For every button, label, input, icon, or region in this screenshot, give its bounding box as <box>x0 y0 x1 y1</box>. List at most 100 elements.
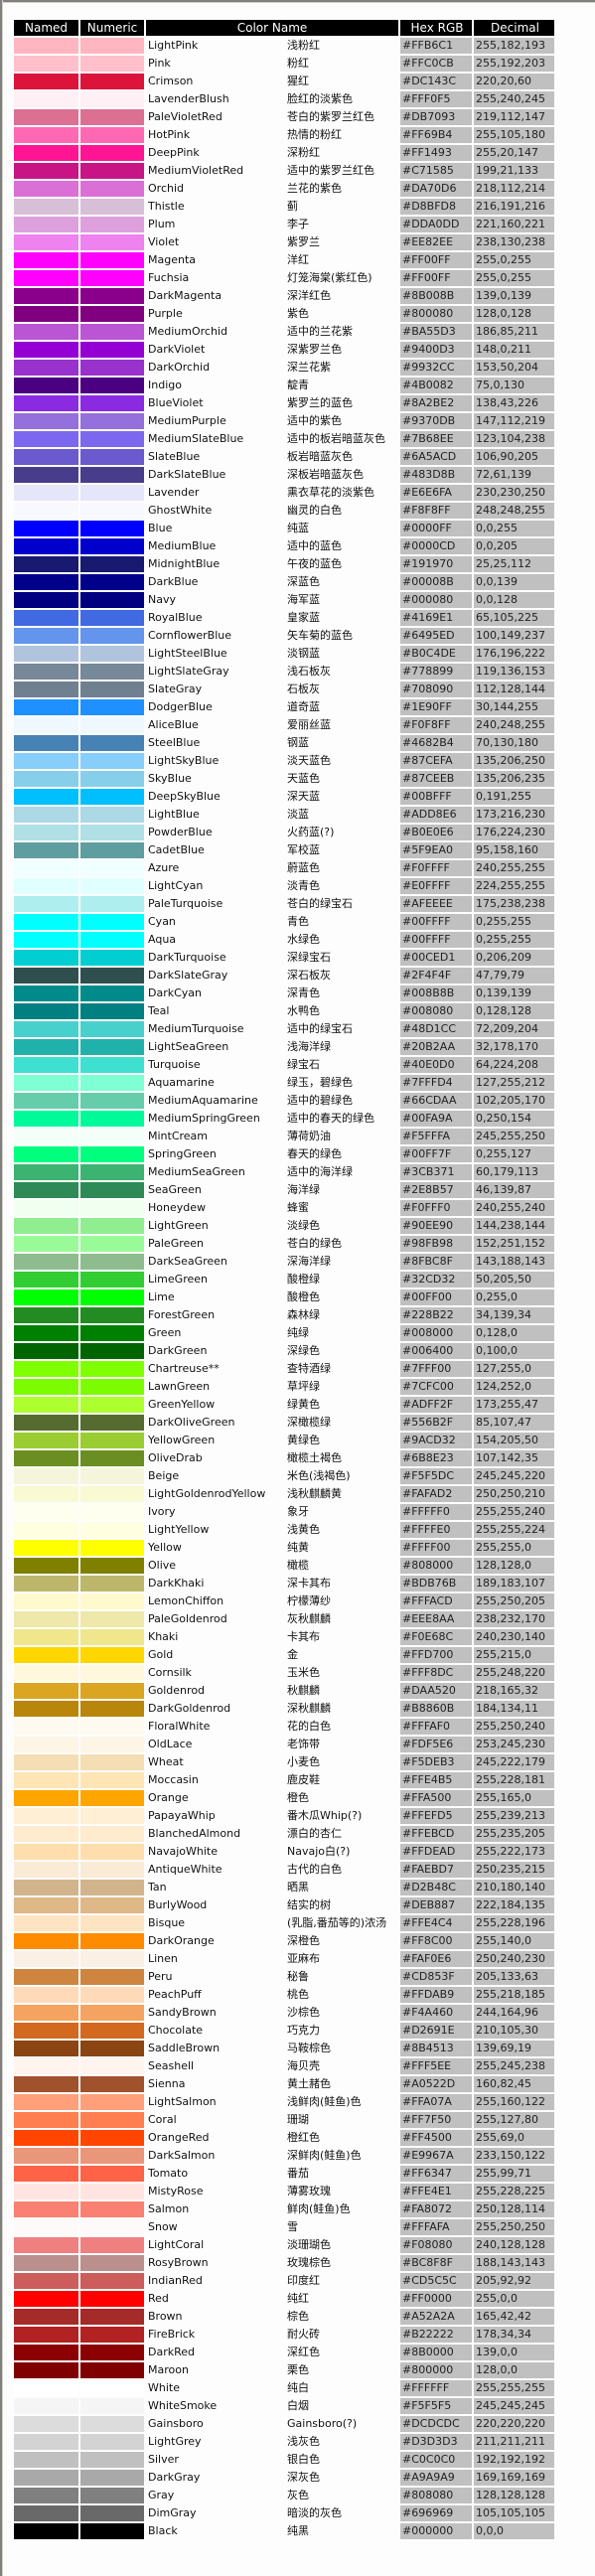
decimal-rgb-value: 210,105,30 <box>474 2023 554 2039</box>
color-name-cell: Bisque (乳脂,番茄等的)浓汤 <box>146 1915 398 1931</box>
color-name-english: Salmon <box>148 2202 190 2215</box>
decimal-rgb-value: 255,182,193 <box>474 38 554 54</box>
color-name-cell: Moccasin 鹿皮鞋 <box>146 1772 398 1788</box>
color-name-chinese: 纯黄 <box>287 1541 309 1554</box>
color-name-chinese: 酸橙色 <box>287 1290 320 1303</box>
color-name-english: MediumOrchid <box>148 325 227 338</box>
numeric-color-swatch <box>80 2130 144 2146</box>
numeric-color-swatch <box>80 1182 144 1198</box>
table-row: DarkMagenta 深洋红色 #8B008B 139,0,139 <box>14 288 554 304</box>
color-name-english: CadetBlue <box>148 843 205 856</box>
decimal-rgb-value: 255,228,181 <box>474 1772 554 1788</box>
numeric-color-swatch <box>80 646 144 662</box>
hex-rgb-value: #B0E0E6 <box>400 825 472 840</box>
named-color-swatch <box>14 1754 78 1770</box>
color-name-english: LightBlue <box>148 808 200 821</box>
color-name-english: BlueViolet <box>148 396 204 409</box>
named-color-swatch <box>14 1254 78 1270</box>
numeric-color-swatch <box>80 985 144 1001</box>
color-name-english: Bisque <box>148 1916 186 1929</box>
named-color-swatch <box>14 1343 78 1359</box>
named-color-swatch <box>14 56 78 72</box>
table-row: Turquoise 绿宝石 #40E0D0 64,224,208 <box>14 1057 554 1073</box>
color-name-cell: DarkSalmon 深鲜肉(鲑鱼)色 <box>146 2148 398 2164</box>
color-name-english: DarkOrchid <box>148 361 211 374</box>
decimal-rgb-value: 255,0,255 <box>474 270 554 286</box>
numeric-color-swatch <box>80 1629 144 1645</box>
hex-rgb-value: #F5FFFA <box>400 1129 472 1144</box>
color-name-english: PeachPuff <box>148 1988 202 2001</box>
named-color-swatch <box>14 1862 78 1878</box>
named-color-swatch <box>14 2380 78 2396</box>
named-color-swatch <box>14 1522 78 1538</box>
table-row: HotPink 热情的粉红 #FF69B4 255,105,180 <box>14 127 554 143</box>
hex-rgb-value: #1E90FF <box>400 699 472 715</box>
color-name-cell: Snow 雪 <box>146 2219 398 2235</box>
table-row: RosyBrown 玫瑰棕色 #BC8F8F 188,143,143 <box>14 2255 554 2271</box>
hex-rgb-value: #F0FFFF <box>400 860 472 876</box>
color-name-cell: White 纯白 <box>146 2380 398 2396</box>
color-name-chinese: 洋红 <box>287 253 309 266</box>
decimal-rgb-value: 85,107,47 <box>474 1415 554 1431</box>
table-row: MediumAquamarine 适中的碧绿色 #66CDAA 102,205,170 <box>14 1093 554 1109</box>
color-name-chinese: 深橄榄绿 <box>287 1416 331 1429</box>
color-name-english: RosyBrown <box>148 2256 209 2269</box>
color-name-chinese: 柠檬薄纱 <box>287 1594 331 1607</box>
table-row: Gray 灰色 #808080 128,128,128 <box>14 2488 554 2503</box>
hex-rgb-value: #F0F8FF <box>400 717 472 733</box>
hex-rgb-value: #008B8B <box>400 985 472 1001</box>
numeric-color-swatch <box>80 771 144 787</box>
color-name-chinese: 淡蓝 <box>287 808 309 821</box>
decimal-rgb-value: 255,240,245 <box>474 91 554 107</box>
color-name-cell: RoyalBlue 皇家蓝 <box>146 610 398 626</box>
named-color-swatch <box>14 288 78 304</box>
table-row: DarkTurquoise 深绿宝石 #00CED1 0,206,209 <box>14 950 554 966</box>
decimal-rgb-value: 240,255,255 <box>474 860 554 876</box>
table-row: Khaki 卡其布 #F0E68C 240,230,140 <box>14 1629 554 1645</box>
named-color-swatch <box>14 1951 78 1967</box>
numeric-color-swatch <box>80 1343 144 1359</box>
hex-rgb-value: #DA70D6 <box>400 181 472 197</box>
numeric-color-swatch <box>80 2005 144 2021</box>
hex-rgb-value: #FF4500 <box>400 2130 472 2146</box>
decimal-rgb-value: 106,90,205 <box>474 449 554 465</box>
named-color-swatch <box>14 306 78 322</box>
numeric-color-swatch <box>80 288 144 304</box>
numeric-color-swatch <box>80 395 144 411</box>
color-name-chinese: 纯蓝 <box>287 522 309 534</box>
decimal-rgb-value: 160,82,45 <box>474 2076 554 2092</box>
numeric-color-swatch <box>80 538 144 554</box>
decimal-rgb-value: 138,43,226 <box>474 395 554 411</box>
decimal-rgb-value: 127,255,0 <box>474 1361 554 1377</box>
color-name-cell: Pink 粉红 <box>146 56 398 72</box>
color-name-cell: Azure 蔚蓝色 <box>146 860 398 876</box>
named-color-swatch <box>14 2219 78 2235</box>
hex-rgb-value: #7FFF00 <box>400 1361 472 1377</box>
table-row: PowderBlue 火药蓝(?) #B0E0E6 176,224,230 <box>14 825 554 840</box>
hex-rgb-value: #4169E1 <box>400 610 472 626</box>
table-row: DarkGreen 深绿色 #006400 0,100,0 <box>14 1343 554 1359</box>
table-row: DimGray 暗淡的灰色 #696969 105,105,105 <box>14 2505 554 2521</box>
hex-rgb-value: #F08080 <box>400 2237 472 2253</box>
color-name-english: OrangeRed <box>148 2131 210 2144</box>
numeric-color-swatch <box>80 1272 144 1288</box>
color-name-english: Pink <box>148 57 171 70</box>
hex-rgb-value: #808080 <box>400 2488 472 2503</box>
named-color-swatch <box>14 1093 78 1109</box>
numeric-color-swatch <box>80 2362 144 2378</box>
named-color-swatch <box>14 2237 78 2253</box>
color-name-chinese: 查特酒绿 <box>287 1362 331 1375</box>
color-name-cell: DarkCyan 深青色 <box>146 985 398 1001</box>
color-name-english: SkyBlue <box>148 772 192 785</box>
color-name-cell: DarkSlateBlue 深板岩暗蓝灰色 <box>146 467 398 483</box>
numeric-color-swatch <box>80 324 144 340</box>
color-name-chinese: 浅鲜肉(鲑鱼)色 <box>287 2095 362 2108</box>
hex-rgb-value: #FFA07A <box>400 2094 472 2110</box>
color-name-english: FloralWhite <box>148 1720 211 1733</box>
numeric-color-swatch <box>80 2094 144 2110</box>
color-name-chinese: 紫罗兰 <box>287 235 320 248</box>
color-name-chinese: 海洋绿 <box>287 1183 320 1196</box>
hex-rgb-value: #00FA9A <box>400 1111 472 1127</box>
decimal-rgb-value: 128,0,128 <box>474 306 554 322</box>
named-color-swatch <box>14 1164 78 1180</box>
